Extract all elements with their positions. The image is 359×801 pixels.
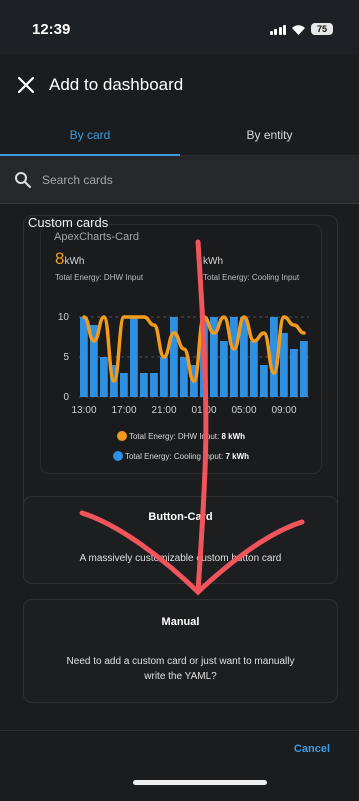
- battery-icon: 75: [311, 23, 333, 35]
- bar: [300, 341, 308, 397]
- x-tick-label: 21:00: [151, 405, 176, 416]
- button-card-option[interactable]: Button-Card A massively customizable cus…: [23, 496, 338, 584]
- apexcharts-card-title: ApexCharts-Card: [54, 231, 139, 243]
- manual-card-description: Need to add a custom card or just want t…: [66, 656, 295, 682]
- legend-dot-dhw: [116, 431, 127, 441]
- search-input[interactable]: Search cards: [42, 173, 113, 187]
- cooling-label: Total Energy: Cooling Input: [203, 273, 300, 282]
- energy-chart: 10 5 013:00 17:00 21:00 01:00 05:00 09:00: [58, 312, 309, 416]
- signal-icon: [269, 24, 286, 35]
- dhw-label: Total Energy: DHW Input: [55, 273, 144, 282]
- search-field[interactable]: Search cards: [0, 156, 359, 204]
- bar: [290, 349, 298, 397]
- tab-by-card[interactable]: By card: [0, 128, 180, 142]
- status-bar: 12:39 75: [0, 0, 359, 55]
- apexcharts-preview: ApexCharts-Card 8kWh kWh Total Energy: D…: [40, 224, 322, 474]
- add-to-dashboard-dialog: Add to dashboard By card By entity Searc…: [0, 55, 359, 801]
- bar: [280, 333, 288, 397]
- x-tick-label: 01:00: [191, 405, 216, 416]
- bar: [170, 317, 178, 397]
- bar: [180, 357, 188, 397]
- search-icon: [15, 172, 32, 189]
- bar: [130, 317, 138, 397]
- legend-dhw: Total Energy: DHW Input: 8 kWh: [41, 431, 321, 441]
- cancel-button[interactable]: Cancel: [294, 743, 330, 755]
- bar: [80, 317, 88, 397]
- y-tick-label: 0: [63, 392, 69, 403]
- x-tick-label: 05:00: [231, 405, 256, 416]
- cooling-value: kWh: [203, 256, 223, 267]
- legend-cooling: Total Energy: Cooling Input: 7 kWh: [41, 451, 321, 461]
- bar: [100, 357, 108, 397]
- manual-card-option[interactable]: Manual Need to add a custom card or just…: [23, 599, 338, 703]
- legend-dot-cooling: [112, 451, 123, 461]
- bar: [230, 317, 238, 397]
- y-tick-label: 10: [58, 312, 70, 323]
- dhw-value: 8kWh: [55, 249, 85, 268]
- x-tick-label: 09:00: [271, 405, 296, 416]
- bar: [150, 373, 158, 397]
- dialog-title: Add to dashboard: [49, 75, 184, 94]
- apexcharts-card-option[interactable]: ApexCharts-Card 8kWh kWh Total Energy: D…: [23, 215, 338, 537]
- close-icon[interactable]: [14, 73, 38, 97]
- manual-card-title: Manual: [161, 616, 200, 628]
- home-indicator: [133, 780, 267, 785]
- dialog-header: Add to dashboard: [0, 55, 359, 115]
- button-card-description: A massively customizable custom button c…: [79, 553, 282, 564]
- dialog-footer: Cancel: [0, 730, 359, 801]
- y-tick-label: 5: [63, 352, 69, 363]
- x-tick-label: 13:00: [71, 405, 96, 416]
- bar: [140, 373, 148, 397]
- status-icons: 75: [269, 23, 333, 35]
- bar: [260, 365, 268, 397]
- button-card-title: Button-Card: [148, 511, 213, 523]
- bar: [220, 341, 228, 397]
- bar: [120, 373, 128, 397]
- bar: [250, 341, 258, 397]
- tab-by-entity[interactable]: By entity: [180, 128, 359, 142]
- wifi-icon: [292, 24, 305, 35]
- status-time: 12:39: [32, 21, 71, 38]
- bar: [160, 357, 168, 397]
- tab-bar: By card By entity: [0, 117, 359, 156]
- section-custom-cards: Custom cards: [28, 215, 109, 230]
- x-tick-label: 17:00: [111, 405, 136, 416]
